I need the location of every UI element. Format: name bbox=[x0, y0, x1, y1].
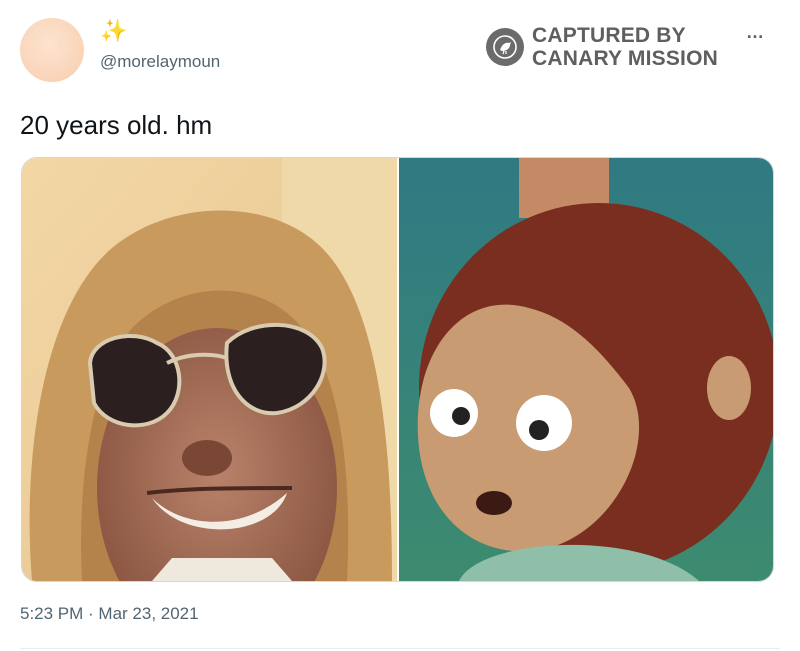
avatar[interactable] bbox=[20, 18, 84, 82]
divider bbox=[20, 648, 780, 649]
display-name[interactable]: ✨ bbox=[100, 20, 127, 42]
watermark-text: CAPTURED BY CANARY MISSION bbox=[532, 24, 718, 70]
puppet-monkey-image[interactable] bbox=[399, 158, 773, 581]
user-handle[interactable]: @morelaymoun bbox=[100, 52, 220, 72]
man-with-heart-sunglasses-image[interactable] bbox=[22, 158, 397, 581]
tweet-text: 20 years old. hm bbox=[20, 110, 213, 140]
watermark-line-1: CAPTURED BY bbox=[532, 24, 686, 47]
canary-bird-icon bbox=[486, 28, 524, 66]
captured-by-watermark: CAPTURED BY CANARY MISSION bbox=[486, 24, 718, 70]
media-grid[interactable] bbox=[21, 157, 774, 582]
watermark-line-2: CANARY MISSION bbox=[532, 47, 718, 70]
tweet-timestamp[interactable]: 5:23 PM · Mar 23, 2021 bbox=[20, 604, 199, 624]
more-options-icon[interactable]: … bbox=[746, 22, 765, 43]
